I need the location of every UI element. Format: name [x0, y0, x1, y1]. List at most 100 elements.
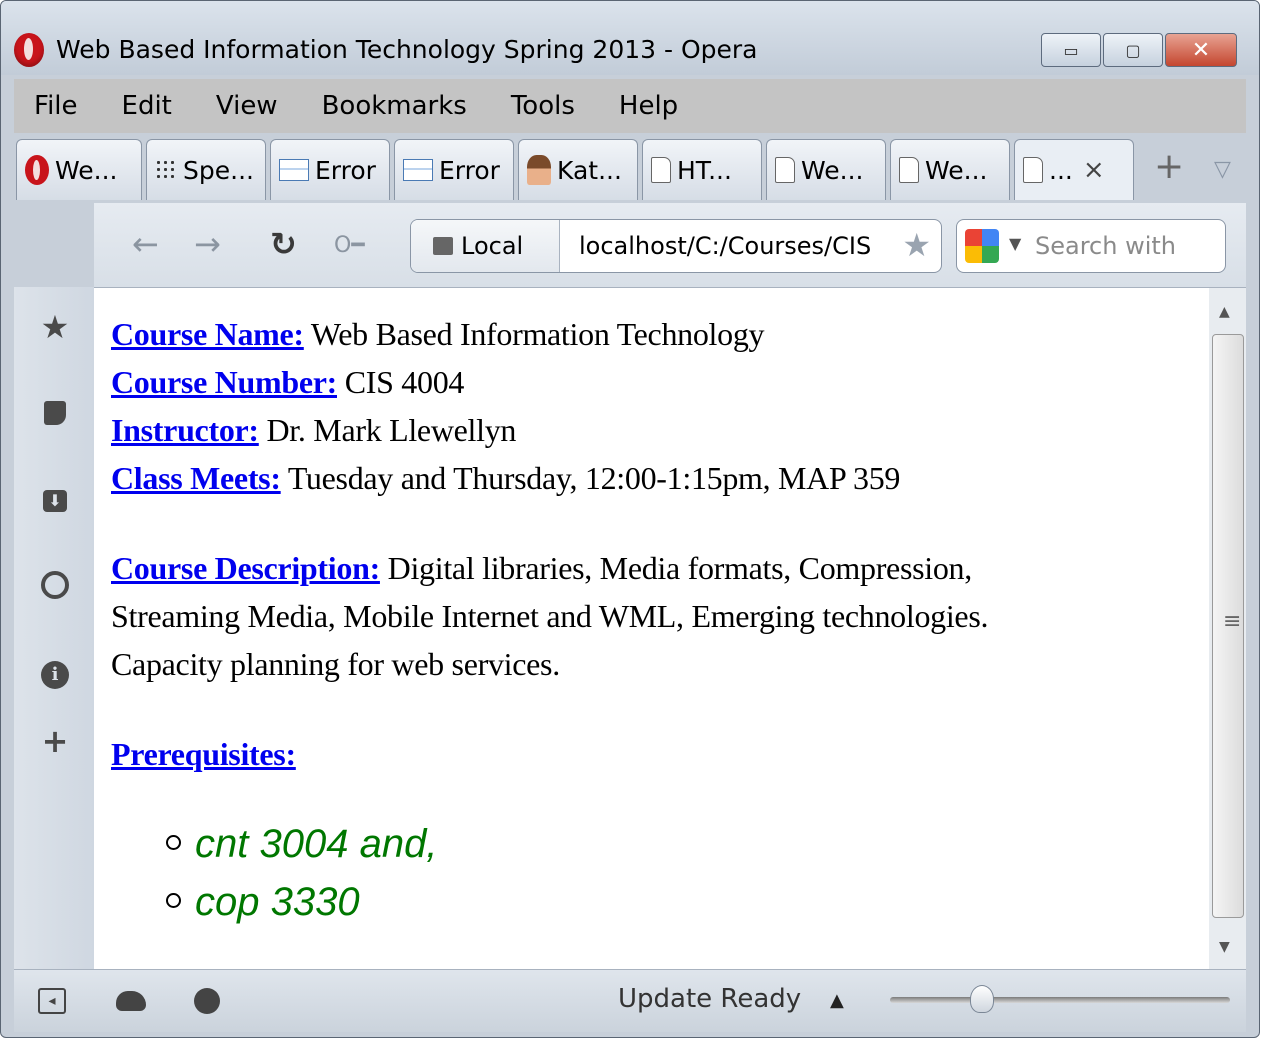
add-panel-icon[interactable]: + [37, 722, 73, 760]
bookmark-star-icon[interactable]: ★ [902, 226, 931, 264]
instructor-value: Dr. Mark Llewellyn [266, 412, 517, 448]
tab-label: Kat... [557, 155, 622, 185]
tab-3[interactable]: Error [270, 139, 390, 200]
menu-tools[interactable]: Tools [489, 91, 597, 121]
instructor-link[interactable]: Instructor: [111, 412, 259, 448]
tab-label: We... [55, 155, 118, 185]
address-text[interactable]: localhost/C:/Courses/CIS [579, 232, 871, 260]
menu-bar: File Edit View Bookmarks Tools Help [14, 79, 1246, 133]
tab-6[interactable]: HT... [642, 139, 762, 200]
scroll-up-arrow-icon[interactable]: ▲ [1219, 304, 1230, 320]
search-box[interactable]: ▼ Search with [956, 219, 1226, 273]
description-text-1: Digital libraries, Media formats, Compre… [387, 550, 973, 586]
new-tab-icon[interactable]: + [1154, 149, 1184, 185]
class-meets-link[interactable]: Class Meets: [111, 460, 281, 496]
maximize-button[interactable]: ▢ [1103, 33, 1163, 67]
maximize-icon: ▢ [1125, 40, 1141, 60]
update-status-text[interactable]: Update Ready [618, 984, 801, 1014]
description-text-3: Capacity planning for web services. [111, 646, 560, 682]
class-meets-value: Tuesday and Thursday, 12:00-1:15pm, MAP … [287, 460, 901, 496]
history-icon[interactable] [37, 567, 73, 603]
tab-label: We... [925, 155, 988, 185]
document-icon [651, 157, 671, 183]
course-description-link[interactable]: Course Description: [111, 550, 380, 586]
turbo-speedometer-icon[interactable] [192, 986, 222, 1016]
menu-help[interactable]: Help [597, 91, 700, 121]
page-content: Course Name: Web Based Information Techn… [94, 288, 1209, 969]
title-bar: Web Based Information Technology Spring … [1, 1, 1259, 75]
close-button[interactable]: ✕ [1165, 33, 1237, 67]
search-input[interactable]: Search with [1035, 232, 1176, 260]
opera-logo-icon[interactable] [14, 33, 44, 67]
course-number-link[interactable]: Course Number: [111, 364, 337, 400]
menu-view[interactable]: View [194, 91, 300, 121]
bookmarks-icon[interactable]: ★ [37, 308, 73, 346]
course-name-link[interactable]: Course Name: [111, 316, 304, 352]
tab-1[interactable]: We... [16, 139, 142, 200]
tab-label: ... [1049, 155, 1073, 185]
google-icon[interactable] [965, 229, 999, 263]
prerequisite-item: cnt 3004 and, [166, 822, 437, 867]
downloads-icon[interactable]: ⬇ [37, 483, 73, 519]
prerequisites-link[interactable]: Prerequisites: [111, 736, 296, 772]
back-icon[interactable]: ← [132, 225, 159, 263]
opera-icon [25, 155, 49, 185]
tab-5[interactable]: Kat... [518, 139, 638, 200]
tab-4[interactable]: Error [394, 139, 514, 200]
prerequisite-text: cop 3330 [195, 880, 360, 924]
wand-key-icon[interactable]: O━ [334, 233, 365, 258]
tab-label: Error [439, 155, 500, 185]
minimize-button[interactable]: ▭ [1041, 33, 1101, 67]
scrollbar-thumb[interactable]: ≡ [1212, 334, 1244, 918]
tab-label: We... [801, 155, 864, 185]
vertical-scrollbar[interactable]: ▲ ≡ ▼ [1209, 288, 1246, 969]
tab-label: HT... [677, 155, 732, 185]
tab-active[interactable]: ... × [1014, 139, 1134, 200]
panel-sidebar: ★ ⬇ i + [14, 287, 94, 969]
zoom-slider-track[interactable] [890, 997, 1230, 1003]
document-icon [775, 157, 795, 183]
tab-bar: We... Spe... Error Error Kat... HT... We… [14, 137, 1246, 203]
notes-icon[interactable] [37, 395, 73, 431]
window-title: Web Based Information Technology Spring … [56, 35, 758, 64]
tab-close-icon[interactable]: × [1083, 155, 1105, 185]
menu-bookmarks[interactable]: Bookmarks [300, 91, 489, 121]
tab-menu-chevron-icon[interactable]: ▽ [1214, 157, 1231, 182]
speed-dial-icon [155, 159, 177, 181]
local-badge[interactable]: Local [411, 220, 560, 272]
class-meets-row: Class Meets: Tuesday and Thursday, 12:00… [111, 460, 900, 497]
course-number-value: CIS 4004 [344, 364, 465, 400]
address-bar[interactable]: Local localhost/C:/Courses/CIS ★ [410, 219, 942, 273]
grip-icon: ≡ [1223, 609, 1242, 634]
reload-icon[interactable]: ↻ [270, 225, 297, 263]
forward-icon[interactable]: → [194, 225, 221, 263]
search-engine-dropdown-icon[interactable]: ▼ [1009, 234, 1021, 253]
opera-unite-cloud-icon[interactable] [116, 986, 146, 1016]
local-badge-label: Local [461, 232, 524, 260]
course-number-row: Course Number: CIS 4004 [111, 364, 464, 401]
computer-icon [433, 237, 453, 255]
course-name-value: Web Based Information Technology [310, 316, 765, 352]
tab-2[interactable]: Spe... [146, 139, 266, 200]
scroll-down-arrow-icon[interactable]: ▼ [1219, 939, 1230, 955]
prerequisite-item: cop 3330 [166, 880, 360, 925]
info-icon[interactable]: i [37, 657, 73, 693]
menu-file[interactable]: File [14, 91, 100, 121]
error-page-icon [279, 159, 309, 181]
circle-bullet-icon [166, 834, 181, 850]
document-icon [899, 157, 919, 183]
tab-8[interactable]: We... [890, 139, 1010, 200]
panel-toggle-icon[interactable]: ◂ [38, 988, 66, 1014]
close-icon: ✕ [1191, 37, 1211, 63]
prerequisite-text: cnt 3004 and, [195, 822, 438, 866]
zoom-slider-handle[interactable] [970, 985, 994, 1013]
tab-label: Error [315, 155, 376, 185]
description-text-2: Streaming Media, Mobile Internet and WML… [111, 598, 989, 634]
minimize-icon: ▭ [1063, 40, 1079, 60]
browser-window: Web Based Information Technology Spring … [0, 0, 1260, 1038]
tab-7[interactable]: We... [766, 139, 886, 200]
update-expand-icon[interactable]: ▲ [830, 990, 844, 1011]
menu-edit[interactable]: Edit [100, 91, 194, 121]
prerequisites-row: Prerequisites: [111, 736, 296, 773]
course-name-row: Course Name: Web Based Information Techn… [111, 316, 765, 353]
